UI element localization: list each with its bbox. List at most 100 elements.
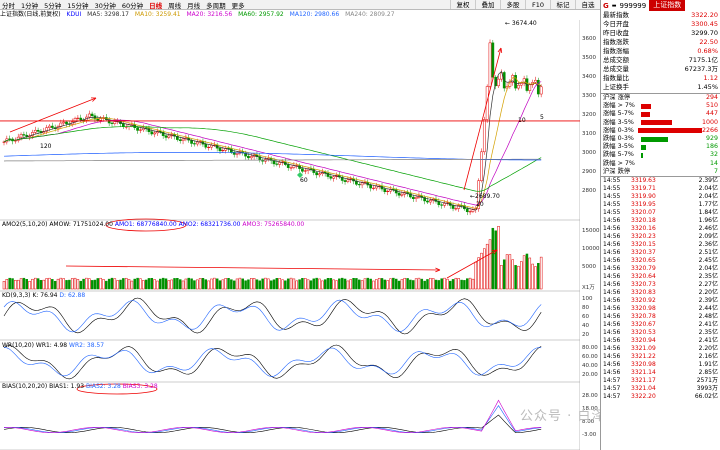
indicator-tick-label: 20.00 [582,372,598,378]
tick-volume: 1.96亿 [698,216,718,224]
volume-bar [502,259,506,290]
price-tick-label: 3300 [582,93,596,100]
period-tab-3[interactable]: 15分钟 [67,0,88,10]
period-tab-1[interactable]: 1分钟 [21,0,38,10]
tick-row: 14:57 3322.20 66.02亿 [601,393,720,401]
tick-volume: 2.09亿 [698,232,718,240]
volume-bar [494,230,497,290]
candle-body [122,123,125,128]
stat-label: 指数涨跌 [603,38,629,46]
volume-bar [340,277,344,290]
volume-bar [298,279,301,290]
period-tab-0[interactable]: 分时 [2,0,15,10]
volume-bar [88,278,91,290]
tick-time: 14:55 [603,176,621,184]
tick-price: 3321.14 [631,368,656,376]
stat-row: 最新指数 3322.20 [601,11,720,20]
volume-bar [28,281,31,290]
price-tick-label: 3500 [582,55,596,62]
volume-bar [215,278,219,290]
stat-row: 昨日收盘 3299.70 [601,29,720,38]
volume-bar [144,279,148,290]
candle-body [62,121,66,124]
volume-bar [48,277,51,290]
candle-body [247,155,250,159]
stat-label: 今日开盘 [603,20,629,28]
period-tab-10[interactable]: 更多 [232,0,245,10]
period-tab-9[interactable]: 多周期 [206,0,226,10]
volume-bar [107,278,111,290]
toolbar-button-4[interactable]: 标记 [550,0,575,9]
volume-bar [431,278,435,290]
volume-bar [284,280,287,290]
breadth-label: 涨幅 5-7% [603,110,634,118]
volume-bar [258,280,262,290]
period-tab-7[interactable]: 周线 [168,0,181,10]
tick-row: 14:55 3319.63 2.39亿 [601,177,720,185]
tick-volume: 1.84亿 [698,208,718,216]
tick-volume: 1.91亿 [698,360,718,368]
volume-bar [457,278,460,290]
volume-bar [383,279,387,290]
period-toolbar: 分时 1分钟 5分钟 15分钟 30分钟 60分钟 日线 周线 月线 多周期 更多 [0,0,450,10]
period-tab-4[interactable]: 30分钟 [95,0,116,10]
volume-bar [201,278,205,290]
tick-list[interactable]: 14:55 3319.63 2.39亿 14:55 3319.71 2.04亿 14:55 3… [601,175,720,401]
tick-volume: 2.20亿 [698,288,718,296]
candle-body [113,121,117,124]
tick-volume: 2.04亿 [698,192,718,200]
candle-body [204,143,208,148]
volume-bar [176,278,179,290]
volume-bar [375,279,378,290]
candle-body [488,42,492,87]
stat-label: 总成交额 [603,56,629,64]
ma20-line [3,81,542,206]
tick-time: 14:56 [603,248,621,256]
candle-body [491,42,495,78]
volume-bar [505,254,509,290]
tick-row: 14:56 3320.37 2.51亿 [601,249,720,257]
candle-body [346,179,350,182]
period-tab-5[interactable]: 60分钟 [122,0,143,10]
indicator-tick-label: 80 [582,305,589,311]
price-tick-label: 3600 [582,36,596,43]
tick-row: 14:56 3320.78 2.48亿 [601,313,720,321]
volume-bar [68,279,71,290]
tick-volume: 2.39亿 [698,296,718,304]
volume-bar [96,278,100,290]
tick-volume: 2.35亿 [698,328,718,336]
breadth-count: 510 [705,102,718,110]
volume-bar [93,279,97,290]
volume-bar [198,278,202,290]
volume-bar [295,280,298,290]
candle-body [465,208,469,213]
toolbar-button-0[interactable]: 复权 [450,0,475,9]
candle-body [87,113,91,118]
breadth-count: 2266 [701,126,718,134]
tick-row: 14:56 3321.09 2.20亿 [601,345,720,353]
amo-legend: AMO2(5,10,20) AMOW: 71751024.00 AMO1: 68… [2,221,304,228]
volume-bar [343,278,347,290]
volume-bar [301,278,304,290]
toolbar-button-2[interactable]: 多股 [500,0,525,9]
candle-body [33,129,37,133]
volume-bar [130,280,134,290]
volume-bar [124,277,128,290]
volume-bar [454,277,458,290]
tick-price: 3320.23 [631,232,656,240]
volume-bar [318,278,321,290]
volume-bar [31,278,34,290]
tick-row: 14:56 3320.79 2.04亿 [601,265,720,273]
stat-value: 22.50 [699,38,718,46]
toolbar-button-3[interactable]: F10 [525,0,550,9]
period-tab-2[interactable]: 5分钟 [44,0,61,10]
volume-bar [218,280,222,290]
volume-bar [349,279,352,290]
indicator-tick-label: 60.00 [582,354,598,360]
toolbar-button-5[interactable]: 自选 [575,0,600,9]
tick-row: 14:57 3321.17 2571万 [601,377,720,385]
period-tab-6[interactable]: 日线 [149,0,162,10]
period-tab-8[interactable]: 月线 [187,0,200,10]
volume-bar [448,280,452,290]
toolbar-button-1[interactable]: 叠加 [475,0,500,9]
